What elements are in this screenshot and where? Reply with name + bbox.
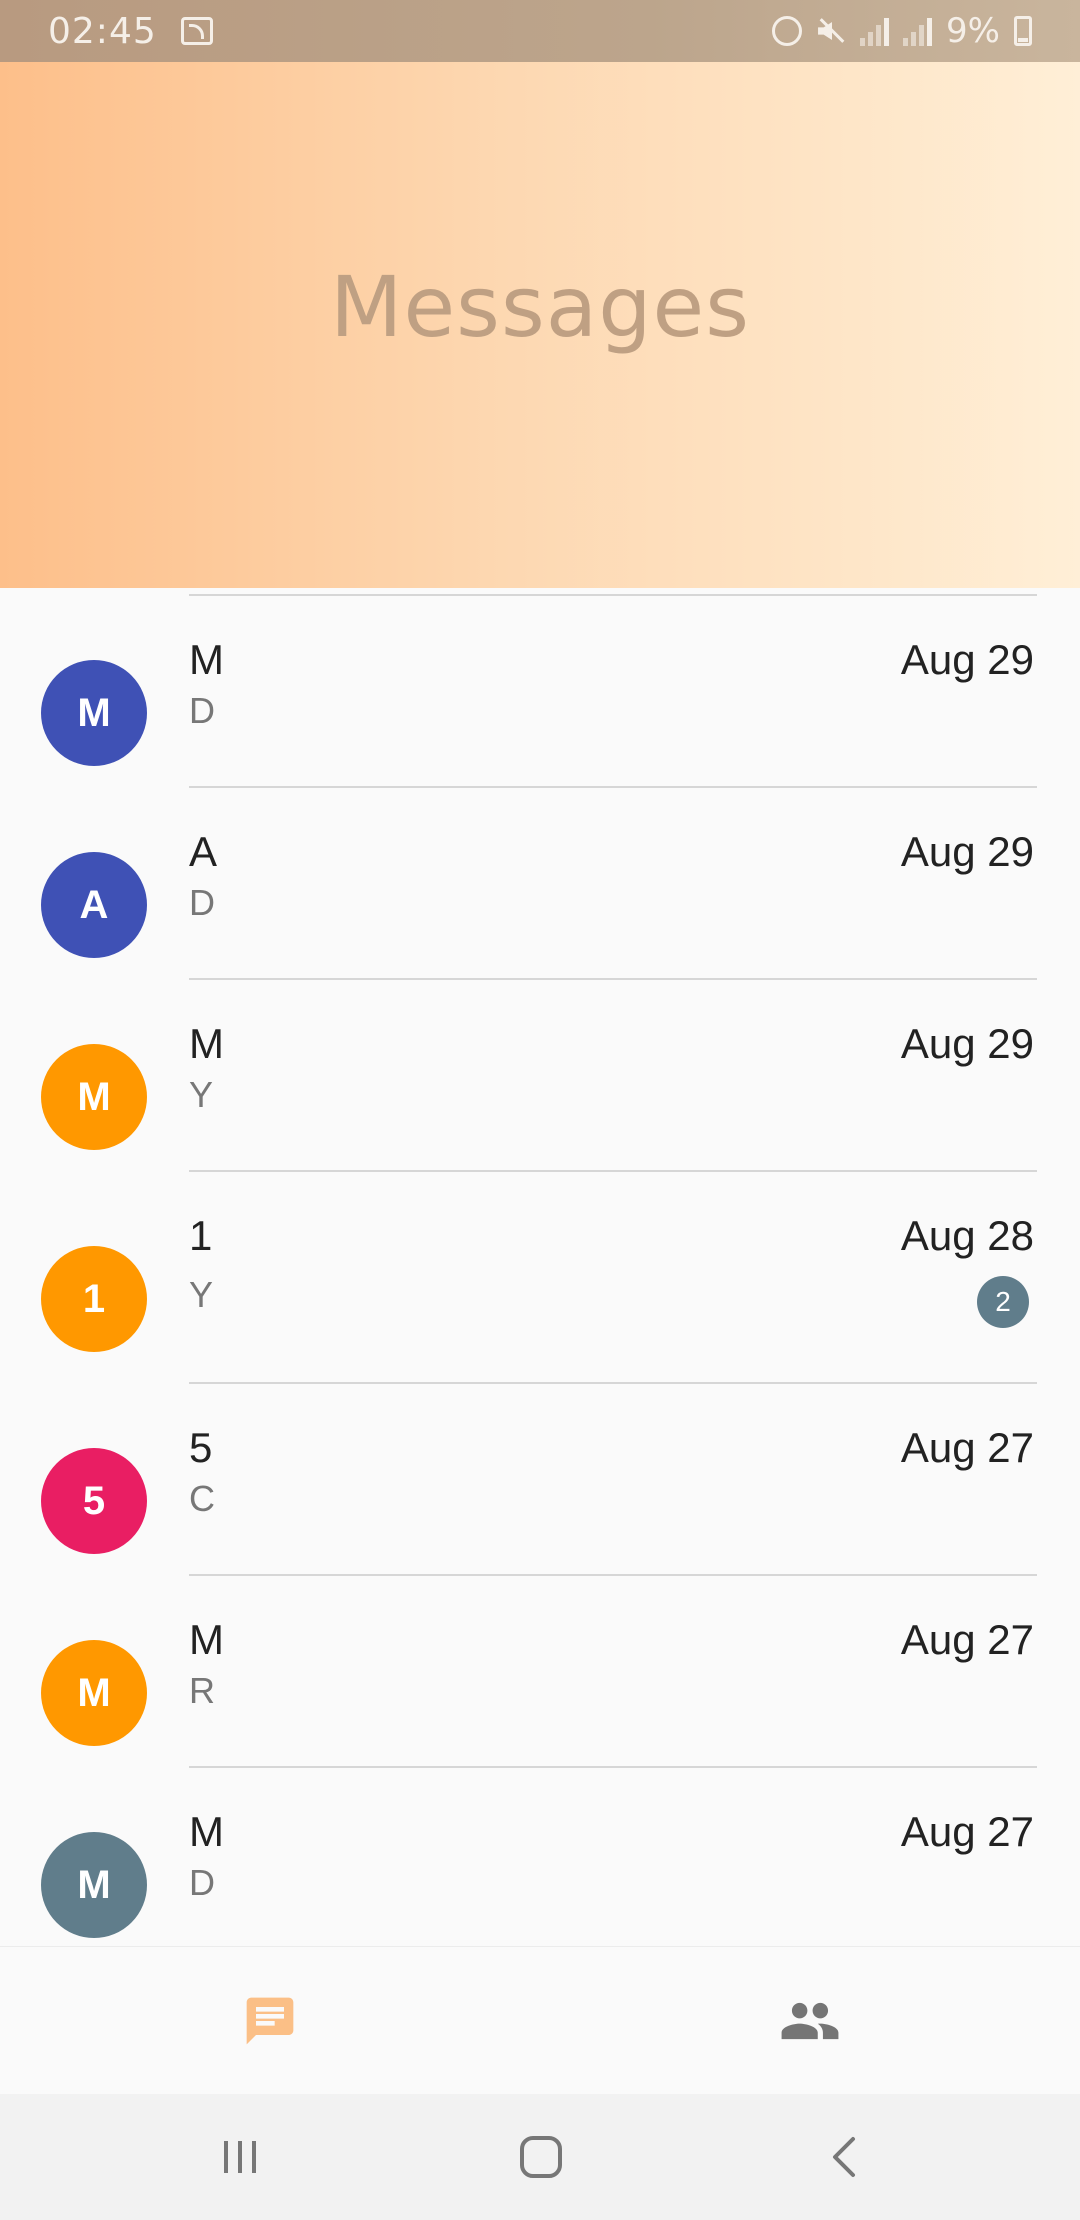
- avatar: 1: [41, 1246, 147, 1352]
- signal-icon: [860, 16, 890, 46]
- mute-icon: [816, 16, 846, 46]
- avatar: M: [41, 1832, 147, 1938]
- message-date: Aug 29: [900, 828, 1034, 875]
- cast-icon: [180, 17, 213, 45]
- contact-name: 1: [189, 1212, 213, 1259]
- conversation-row[interactable]: M M D Aug 27: [0, 1768, 1080, 1946]
- contact-name: A: [189, 828, 218, 875]
- home-button[interactable]: [508, 2124, 574, 2190]
- unread-badge: 2: [977, 1276, 1029, 1328]
- message-preview: D: [189, 882, 215, 923]
- contact-name: 5: [189, 1424, 213, 1471]
- conversation-row[interactable]: 1 1 Y Aug 28 2: [0, 1172, 1080, 1384]
- conversation-list[interactable]: M M D Aug 29 A A D Aug 29 M M Y Aug 29 1 1 Y Aug 28 2 5 5 C…: [0, 588, 1080, 1946]
- system-navigation: [0, 2094, 1080, 2220]
- page-title: Messages: [330, 258, 750, 356]
- back-icon: [833, 2137, 855, 2177]
- bottom-navigation: [0, 1946, 1080, 2094]
- conversation-row[interactable]: M M D Aug 29: [0, 596, 1080, 788]
- message-date: Aug 27: [900, 1808, 1034, 1855]
- contact-name: M: [189, 636, 224, 683]
- avatar: M: [41, 1044, 147, 1150]
- contact-name: M: [189, 1616, 224, 1663]
- message-date: Aug 27: [900, 1424, 1034, 1471]
- contacts-icon: [781, 2002, 839, 2040]
- conversation-row[interactable]: A A D Aug 29: [0, 788, 1080, 980]
- status-time: 02:45: [48, 10, 157, 52]
- message-preview: R: [189, 1670, 215, 1711]
- alarm-icon: [772, 16, 803, 46]
- avatar: 5: [41, 1448, 147, 1554]
- tab-messages[interactable]: [0, 1947, 540, 2095]
- message-date: Aug 29: [900, 636, 1034, 683]
- contact-name: M: [189, 1020, 224, 1067]
- tab-contacts[interactable]: [540, 1947, 1080, 2095]
- recents-button[interactable]: [207, 2124, 273, 2190]
- recents-icon: [224, 2141, 256, 2173]
- message-preview: C: [189, 1478, 215, 1519]
- avatar: A: [41, 852, 147, 958]
- message-preview: Y: [189, 1074, 214, 1115]
- avatar: M: [41, 1640, 147, 1746]
- home-icon: [520, 2136, 562, 2178]
- header-banner: Messages: [0, 62, 1080, 588]
- status-bar: 02:45 9%: [0, 0, 1080, 62]
- message-date: Aug 29: [900, 1020, 1034, 1067]
- message-preview: D: [189, 690, 215, 731]
- chat-icon: [246, 1997, 294, 2045]
- message-preview: Y: [189, 1274, 214, 1315]
- message-preview: D: [189, 1862, 215, 1903]
- back-button[interactable]: [812, 2124, 878, 2190]
- message-date: Aug 27: [900, 1616, 1034, 1663]
- contact-name: M: [189, 1808, 224, 1855]
- conversation-row[interactable]: M M Y Aug 29: [0, 980, 1080, 1172]
- conversation-row[interactable]: 5 5 C Aug 27: [0, 1384, 1080, 1576]
- battery-icon: [1014, 16, 1032, 46]
- signal-icon-2: [903, 16, 933, 46]
- conversation-row[interactable]: M M R Aug 27: [0, 1576, 1080, 1768]
- battery-percent: 9%: [946, 11, 1000, 51]
- status-icons: 9%: [772, 11, 1032, 51]
- avatar: M: [41, 660, 147, 766]
- message-date: Aug 28: [900, 1212, 1034, 1259]
